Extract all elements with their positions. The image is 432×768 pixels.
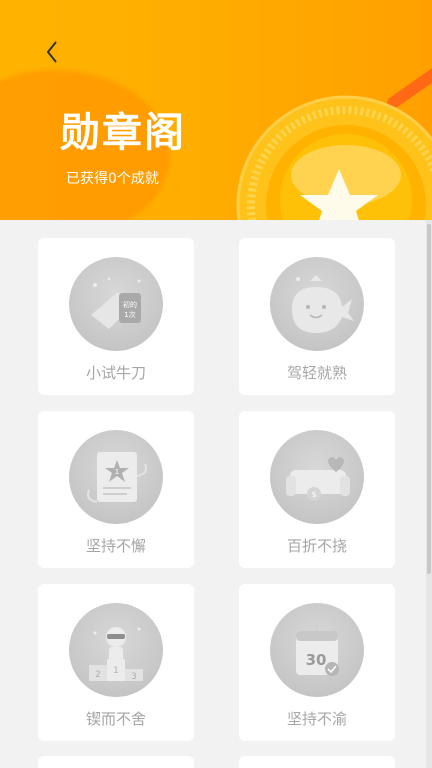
badge-circle: $ — [270, 430, 364, 524]
badge-card[interactable]: 30 坚持不渝 — [239, 584, 395, 741]
badge-card[interactable]: $ 百折不挠 — [239, 411, 395, 568]
svg-text:1: 1 — [115, 468, 119, 476]
chevron-left-icon — [46, 41, 57, 63]
badge-grid: 初的 1次 小试牛刀 驾轻就熟 1 坚持不懈 $ 百折不挠 2 1 3 锲而不舍… — [0, 220, 426, 768]
svg-text:1: 1 — [113, 666, 119, 676]
badge-card-partial[interactable] — [239, 756, 395, 768]
badge-card[interactable]: 1 坚持不懈 — [38, 411, 194, 568]
badge-label: 锲而不舍 — [85, 710, 146, 728]
badge-label: 百折不挠 — [286, 537, 347, 555]
scrollbar[interactable] — [426, 220, 432, 768]
svg-text:1次: 1次 — [124, 310, 135, 319]
svg-text:$: $ — [311, 490, 316, 499]
page-title: 勋章阁 — [60, 110, 186, 156]
badge-circle: 30 — [270, 603, 364, 697]
badge-circle: 2 1 3 — [69, 603, 163, 697]
svg-text:30: 30 — [306, 651, 327, 669]
certificate-star-icon: 1 — [87, 452, 147, 503]
podium-icon: 2 1 3 — [89, 627, 143, 682]
svg-text:3: 3 — [131, 672, 137, 682]
badge-card[interactable]: 2 1 3 锲而不舍 — [38, 584, 194, 741]
calendar-30-icon: 30 — [296, 621, 339, 676]
svg-text:2: 2 — [95, 670, 101, 680]
badge-label: 坚持不渝 — [286, 710, 347, 728]
badge-label: 驾轻就熟 — [286, 364, 347, 382]
badge-card-partial[interactable] — [38, 756, 194, 768]
tag-first-icon: 初的 1次 — [91, 277, 141, 329]
svg-text:初的: 初的 — [123, 300, 137, 309]
back-button[interactable] — [38, 36, 66, 68]
badge-circle: 1 — [69, 430, 163, 524]
scrollbar-thumb[interactable] — [427, 224, 431, 574]
medal-icon — [236, 95, 432, 220]
header-banner: 勋章阁 已获得0个成就 — [0, 0, 432, 220]
sofa-heart-icon: $ — [286, 457, 350, 501]
achievement-count: 已获得0个成就 — [66, 171, 159, 187]
badge-card[interactable]: 驾轻就熟 — [239, 238, 395, 395]
badge-label: 坚持不懈 — [85, 537, 146, 555]
badge-circle: 初的 1次 — [69, 257, 163, 351]
badge-label: 小试牛刀 — [85, 364, 146, 382]
whale-icon — [292, 275, 354, 333]
badge-card[interactable]: 初的 1次 小试牛刀 — [38, 238, 194, 395]
badge-circle — [270, 257, 364, 351]
